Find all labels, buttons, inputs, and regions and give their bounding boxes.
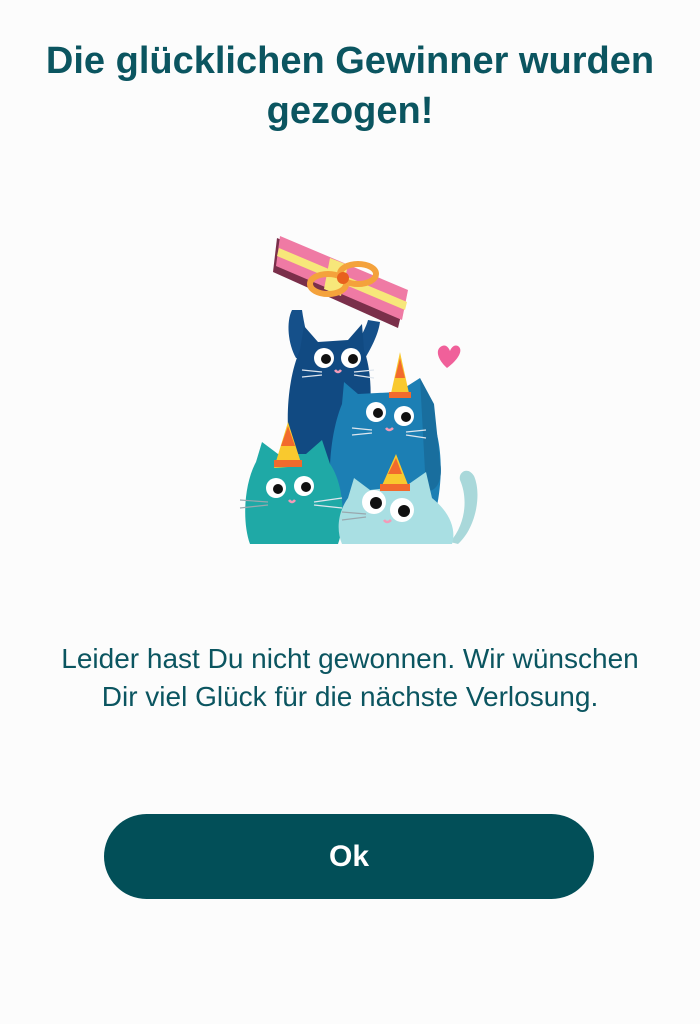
ok-button[interactable]: Ok (104, 814, 594, 899)
result-screen: Die glücklichen Gewinner wurden gezogen! (0, 0, 700, 1024)
heart-icon (437, 345, 461, 368)
page-title: Die glücklichen Gewinner wurden gezogen! (45, 40, 655, 132)
party-cats-illustration (230, 232, 480, 544)
result-message: Leider hast Du nicht gewonnen. Wir wünsc… (61, 643, 639, 712)
